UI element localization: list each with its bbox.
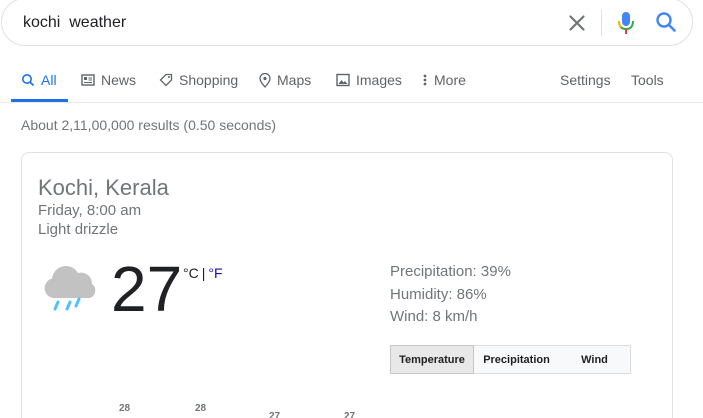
temperature-view-button[interactable]: Temperature — [390, 345, 474, 374]
chart-temp-label: 27 — [344, 411, 356, 418]
precipitation-view-button[interactable]: Precipitation — [474, 345, 560, 374]
tab-label: News — [101, 72, 137, 88]
tab-label: All — [41, 72, 57, 88]
tag-icon — [159, 73, 173, 87]
search-tabs: All News Shopping Maps Images More Setti… — [0, 56, 703, 103]
microphone-icon[interactable] — [614, 10, 638, 36]
search-icon[interactable] — [654, 10, 678, 34]
search-box[interactable]: kochi weather — [1, 0, 693, 46]
image-icon — [336, 73, 350, 87]
tools-link[interactable]: Tools — [631, 70, 664, 90]
tab-more[interactable]: More — [422, 70, 466, 90]
temperature-value: 27 — [111, 253, 183, 325]
rain-cloud-icon — [41, 262, 99, 318]
chart-temp-label: 28 — [119, 403, 131, 414]
chart-temp-label: 28 — [195, 403, 207, 414]
tab-label: Images — [356, 72, 402, 88]
tab-label: Maps — [277, 72, 312, 88]
weather-location[interactable]: Kochi, Kerala — [38, 175, 169, 201]
clear-icon[interactable] — [565, 11, 589, 35]
weather-time: Friday, 8:00 am — [38, 202, 142, 219]
tab-maps[interactable]: Maps — [259, 70, 311, 90]
active-tab-indicator — [11, 99, 68, 102]
news-icon — [81, 74, 95, 86]
humidity-detail: Humidity: 86% — [390, 286, 487, 303]
search-input[interactable]: kochi weather — [23, 14, 126, 32]
unit-separator: | — [201, 265, 206, 281]
wind-view-button[interactable]: Wind — [559, 345, 631, 374]
unit-toggle: °C | °F — [183, 265, 223, 281]
tab-shopping[interactable]: Shopping — [159, 70, 238, 90]
tab-label: Shopping — [179, 72, 239, 88]
weather-condition: Light drizzle — [38, 221, 119, 238]
fahrenheit-unit[interactable]: °F — [208, 265, 222, 281]
celsius-unit[interactable]: °C — [183, 265, 199, 281]
precipitation-detail: Precipitation: 39% — [390, 263, 511, 280]
more-vert-icon — [423, 74, 427, 86]
weather-card: Kochi, Kerala Friday, 8:00 am Light driz… — [21, 152, 673, 418]
tab-images[interactable]: Images — [336, 70, 402, 90]
search-divider — [601, 10, 602, 36]
map-pin-icon — [259, 72, 271, 88]
chart-temp-label: 27 — [269, 411, 281, 418]
tab-all[interactable]: All — [21, 70, 57, 90]
wind-detail: Wind: 8 km/h — [390, 308, 478, 325]
settings-link[interactable]: Settings — [560, 70, 611, 90]
search-icon — [22, 74, 35, 87]
tab-news[interactable]: News — [81, 70, 136, 90]
result-stats: About 2,11,00,000 results (0.50 seconds) — [21, 117, 277, 133]
tab-label: More — [434, 72, 466, 88]
